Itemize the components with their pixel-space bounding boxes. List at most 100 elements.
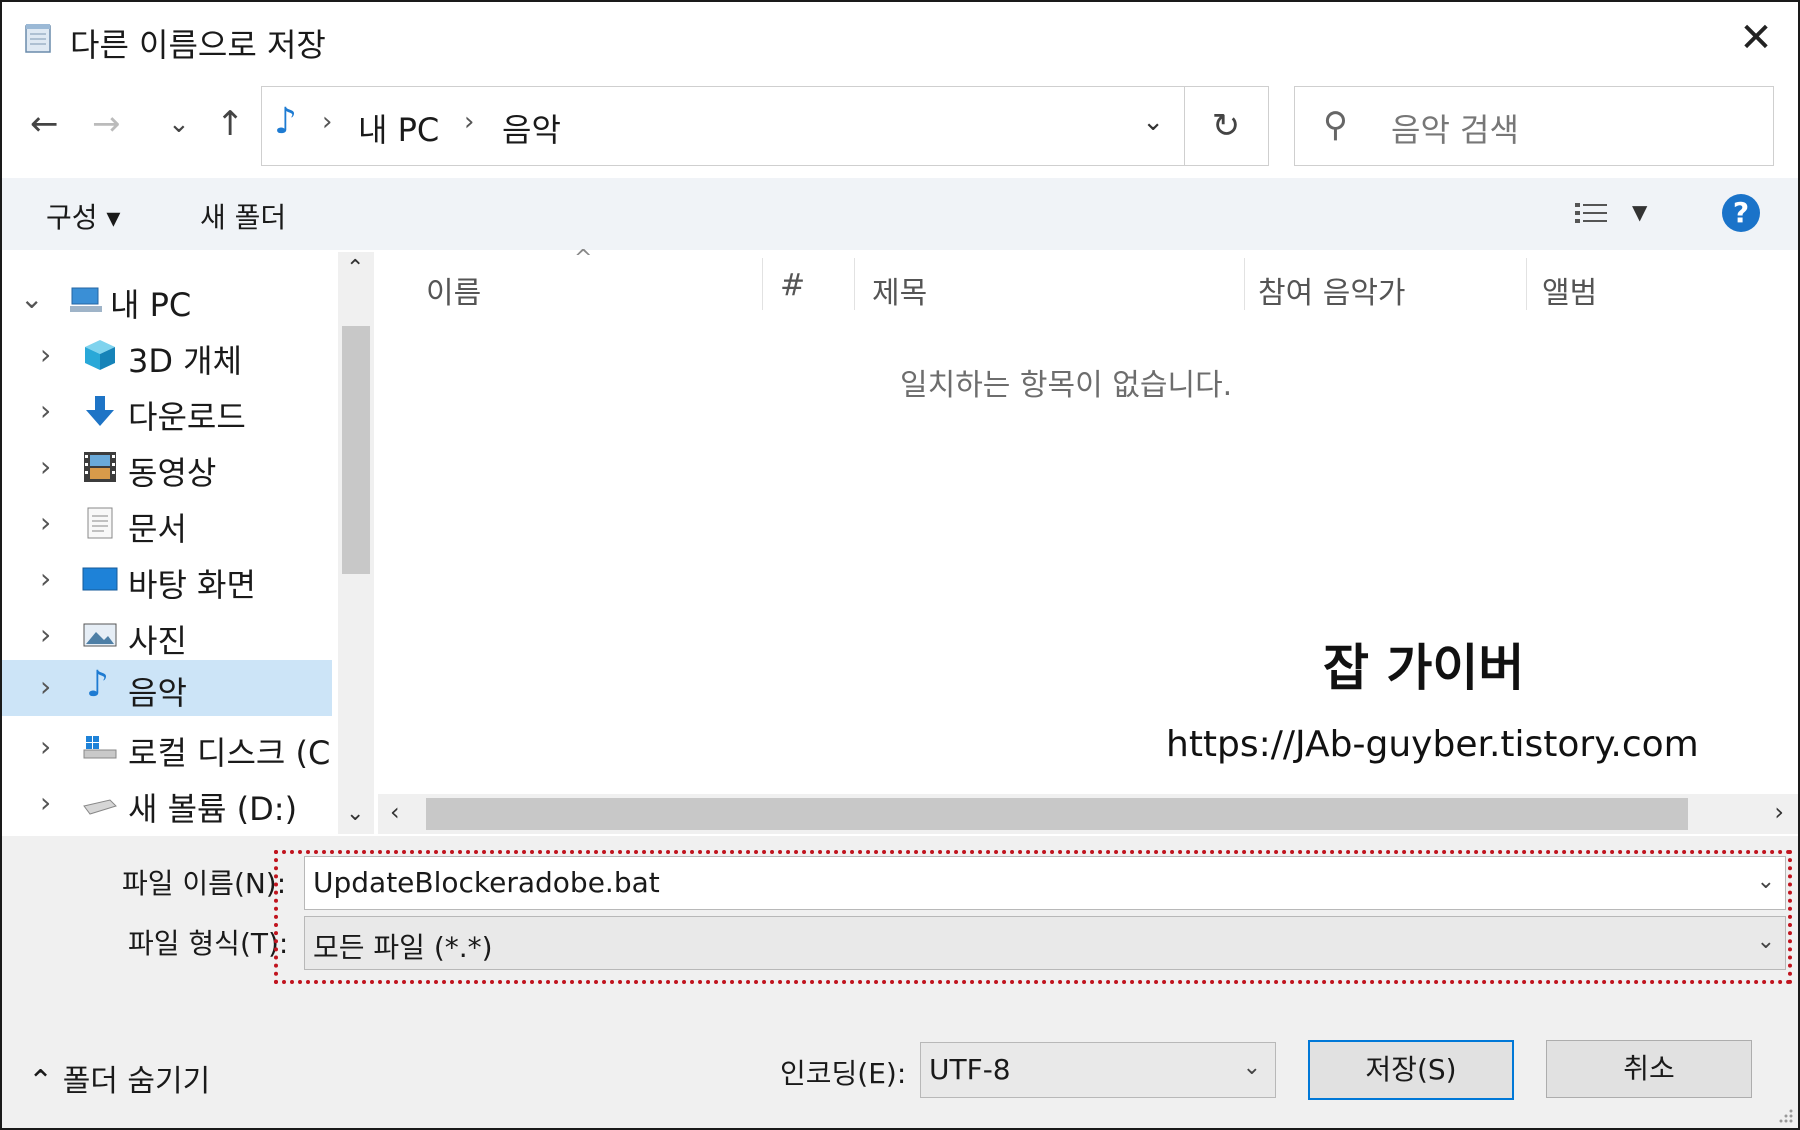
- up-arrow-icon[interactable]: ↑: [216, 102, 245, 146]
- column-header-album[interactable]: 앨범: [1542, 268, 1597, 312]
- chevron-right-icon[interactable]: ›: [40, 730, 51, 763]
- forward-arrow-icon[interactable]: →: [92, 102, 121, 146]
- tree-item-desktop[interactable]: › 바탕 화면: [2, 554, 332, 606]
- tree-item-pictures[interactable]: › 사진: [2, 610, 332, 662]
- chevron-down-icon[interactable]: ⌄: [1243, 1055, 1261, 1080]
- chevron-down-icon[interactable]: ⌄: [1142, 107, 1164, 137]
- empty-folder-message: 일치하는 항목이 없습니다.: [900, 368, 1233, 403]
- watermark-url: https://JAb-guyber.tistory.com: [1166, 724, 1699, 765]
- column-divider[interactable]: [1526, 258, 1527, 310]
- column-divider[interactable]: [762, 258, 763, 310]
- file-list-horizontal-scrollbar[interactable]: ‹ ›: [378, 794, 1798, 834]
- encoding-label: 인코딩(E):: [780, 1057, 907, 1090]
- hide-folders-toggle[interactable]: ⌃ 폴더 숨기기: [28, 1056, 210, 1100]
- document-icon: [87, 507, 113, 539]
- system-drive-icon: [83, 736, 117, 759]
- help-icon[interactable]: ?: [1722, 194, 1760, 232]
- tree-item-label: 내 PC: [110, 286, 192, 324]
- sort-ascending-icon: ^: [574, 246, 593, 271]
- tree-item-this-pc[interactable]: ⌄ 내 PC: [2, 274, 332, 326]
- navigation-bar: ← → ⌄ ↑ ♪ › 내 PC › 음악 ⌄ ↻ ⚲ 음악 검색: [2, 84, 1798, 166]
- back-arrow-icon[interactable]: ←: [30, 102, 59, 146]
- cancel-button[interactable]: 취소: [1546, 1040, 1752, 1098]
- column-header-name[interactable]: 이름: [426, 268, 481, 312]
- recent-locations-chevron-icon[interactable]: ⌄: [168, 102, 190, 146]
- column-divider[interactable]: [1244, 258, 1245, 310]
- navigation-pane: ⌄ 내 PC › 3D 개체 › 다운로드 › 동영상 › 문서 › 바탕 화면…: [2, 252, 338, 834]
- tree-item-documents[interactable]: › 문서: [2, 498, 332, 550]
- save-form: 파일 이름(N): UpdateBlockeradobe.bat ⌄ 파일 형식…: [2, 836, 1798, 1128]
- scrollbar-thumb[interactable]: [342, 326, 370, 574]
- tree-item-label: 바탕 화면: [128, 566, 256, 604]
- encoding-select[interactable]: UTF-8 ⌄: [920, 1042, 1276, 1098]
- tree-item-label: 새 볼륨 (D:): [128, 790, 298, 828]
- chevron-down-icon[interactable]: ⌄: [20, 282, 43, 315]
- chevron-up-icon: ⌃: [28, 1064, 63, 1099]
- scroll-down-icon[interactable]: ⌄: [346, 801, 364, 826]
- tree-item-videos[interactable]: › 동영상: [2, 442, 332, 494]
- tree-item-3d-objects[interactable]: › 3D 개체: [2, 330, 332, 382]
- search-icon: ⚲: [1323, 105, 1348, 145]
- tree-item-label: 동영상: [128, 454, 217, 492]
- column-header-title[interactable]: 제목: [872, 268, 927, 312]
- filename-label: 파일 이름(N):: [122, 867, 287, 900]
- chevron-right-icon: ›: [464, 107, 475, 137]
- film-strip-icon: [84, 452, 116, 482]
- chevron-right-icon[interactable]: ›: [40, 786, 51, 819]
- dialog-title: 다른 이름으로 저장: [70, 26, 326, 64]
- breadcrumb-this-pc[interactable]: 내 PC: [358, 105, 439, 151]
- 3d-cube-icon: [85, 340, 115, 370]
- scroll-up-icon[interactable]: ⌃: [346, 256, 364, 281]
- music-note-icon: ♪: [86, 664, 109, 705]
- view-options-icon[interactable]: [1574, 200, 1608, 230]
- tree-item-downloads[interactable]: › 다운로드: [2, 386, 332, 438]
- file-list-pane: ^ 이름 # 제목 참여 음악가 앨범 일치하는 항목이 없습니다. 잡 가이버…: [378, 246, 1798, 834]
- organize-button[interactable]: 구성 ▾: [46, 196, 120, 236]
- address-bar[interactable]: ♪ › 내 PC › 음악 ⌄: [261, 86, 1185, 166]
- breadcrumb-music[interactable]: 음악: [502, 105, 561, 151]
- chevron-right-icon[interactable]: ›: [40, 618, 51, 651]
- scroll-left-icon[interactable]: ‹: [390, 798, 400, 826]
- chevron-right-icon[interactable]: ›: [40, 450, 51, 483]
- close-icon[interactable]: ✕: [1734, 16, 1778, 60]
- new-folder-button[interactable]: 새 폴더: [200, 196, 286, 236]
- desktop-icon: [82, 567, 118, 591]
- column-header-row: ^ 이름 # 제목 참여 음악가 앨범: [378, 246, 1798, 318]
- column-header-contributing-artists[interactable]: 참여 음악가: [1258, 268, 1406, 312]
- encoding-value: UTF-8: [929, 1053, 1011, 1086]
- navigation-pane-scrollbar[interactable]: ⌃ ⌄: [338, 252, 374, 834]
- search-box[interactable]: ⚲ 음악 검색: [1294, 86, 1774, 166]
- column-divider[interactable]: [854, 258, 855, 310]
- view-dropdown-icon[interactable]: ▼: [1632, 200, 1647, 224]
- tree-item-new-volume-d[interactable]: › 새 볼륨 (D:): [2, 778, 332, 830]
- scroll-right-icon[interactable]: ›: [1774, 798, 1784, 826]
- chevron-right-icon[interactable]: ›: [40, 394, 51, 427]
- tree-item-label: 로컬 디스크 (C: [128, 734, 331, 772]
- watermark-title: 잡 가이버: [1323, 639, 1525, 697]
- tree-item-music[interactable]: › ♪ 음악: [2, 660, 332, 716]
- chevron-right-icon[interactable]: ›: [40, 506, 51, 539]
- chevron-right-icon: ›: [322, 107, 333, 137]
- resize-grip-icon[interactable]: [1776, 1106, 1794, 1124]
- picture-icon: [83, 623, 117, 647]
- computer-icon: [70, 287, 102, 312]
- save-as-dialog: 다른 이름으로 저장 ✕ ← → ⌄ ↑ ♪ › 내 PC › 음악 ⌄ ↻ ⚲…: [0, 0, 1800, 1130]
- search-placeholder: 음악 검색: [1391, 111, 1519, 149]
- drive-icon: [83, 799, 117, 815]
- command-bar: 구성 ▾ 새 폴더 ▼ ?: [2, 178, 1798, 250]
- notepad-icon: [25, 24, 51, 53]
- hide-folders-label: 폴더 숨기기: [62, 1064, 211, 1099]
- save-button[interactable]: 저장(S): [1308, 1040, 1514, 1100]
- chevron-right-icon[interactable]: ›: [40, 562, 51, 595]
- tree-item-local-disk-c[interactable]: › 로컬 디스크 (C: [2, 722, 332, 774]
- column-header-track-number[interactable]: #: [780, 268, 805, 303]
- music-note-icon: ♪: [274, 101, 297, 142]
- scrollbar-thumb[interactable]: [426, 798, 1688, 830]
- tree-item-label: 다운로드: [128, 398, 246, 436]
- title-bar: 다른 이름으로 저장 ✕: [2, 2, 1798, 78]
- tree-item-label: 3D 개체: [128, 342, 243, 380]
- download-arrow-icon: [86, 396, 114, 426]
- chevron-right-icon[interactable]: ›: [40, 338, 51, 371]
- chevron-right-icon[interactable]: ›: [40, 670, 51, 703]
- refresh-icon[interactable]: ↻: [1184, 86, 1269, 166]
